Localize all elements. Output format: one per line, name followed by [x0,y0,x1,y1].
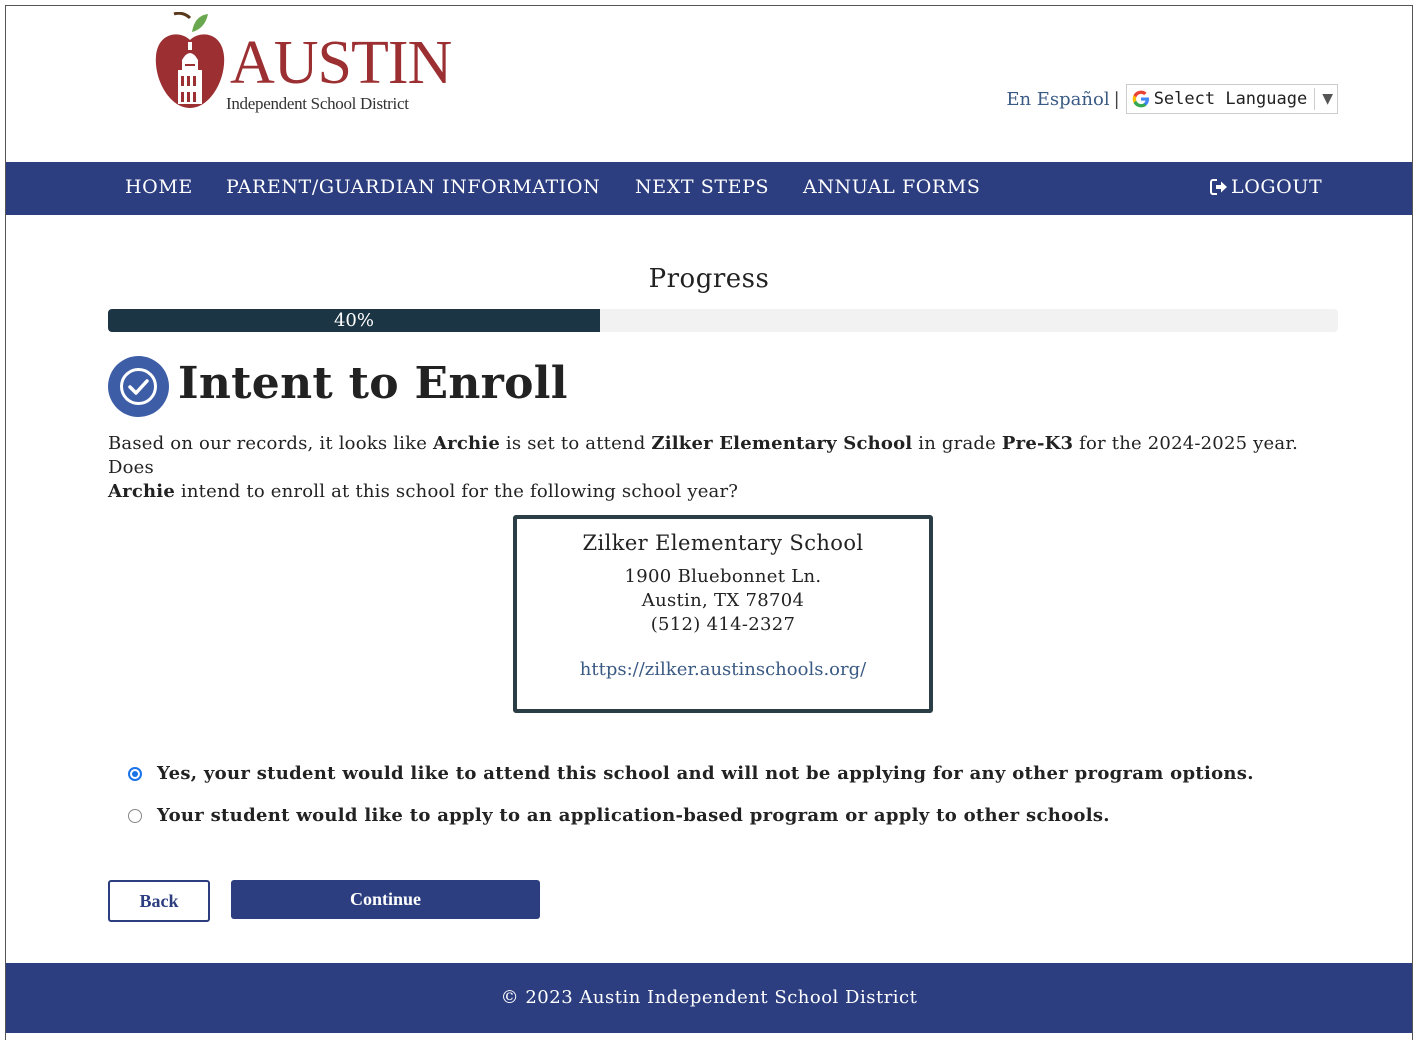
espanol-link[interactable]: En Español [1006,89,1109,110]
back-button[interactable]: Back [108,880,210,922]
logout-icon [1210,179,1227,195]
google-icon [1132,90,1149,108]
option-label: Yes, your student would like to attend t… [157,763,1254,784]
nav-annual-forms[interactable]: ANNUAL FORMS [803,176,981,198]
progress-fill: 40% [108,309,600,332]
intro-text: Based on our records, it looks like Arch… [108,433,1299,502]
main-nav: HOME PARENT/GUARDIAN INFORMATION NEXT ST… [6,162,1412,215]
logout-label: LOGOUT [1231,176,1323,198]
page-title: Intent to Enroll [178,358,568,409]
school-phone: (512) 414-2327 [650,614,796,635]
school-city: Austin, TX 78704 [641,590,805,611]
school-street: 1900 Bluebonnet Ln. [624,566,822,587]
continue-button[interactable]: Continue [231,880,540,919]
student-name: Archie [108,481,175,502]
language-bar: En Español | Select Language ▼ [1006,84,1338,114]
site-footer: © 2023 Austin Independent School Distric… [6,963,1412,1033]
nav-next-steps[interactable]: NEXT STEPS [635,176,769,198]
dropdown-arrow-icon: ▼ [1322,91,1333,107]
school-name-inline: Zilker Elementary School [651,433,913,454]
nav-parent-guardian-information[interactable]: PARENT/GUARDIAN INFORMATION [226,176,600,198]
school-card: Zilker Elementary School 1900 Bluebonnet… [513,515,933,713]
school-website-link[interactable]: https://zilker.austinschools.org/ [580,659,866,680]
language-select[interactable]: Select Language ▼ [1125,84,1338,114]
radio-attend-school[interactable] [128,766,142,781]
language-select-label: Select Language [1153,89,1308,109]
student-name: Archie [433,433,500,454]
option-attend-school[interactable]: Yes, your student would like to attend t… [128,763,1254,784]
page-frame: AUSTIN Independent School District En Es… [5,5,1413,1040]
logo-wordmark: AUSTIN [230,29,452,97]
language-select-divider [1314,88,1316,110]
apple-logo-icon [155,12,225,108]
grade-inline: Pre-K3 [1001,433,1074,454]
logo-subtitle: Independent School District [226,94,409,113]
option-apply-other[interactable]: Your student would like to apply to an a… [128,805,1110,826]
aisd-logo[interactable]: AUSTIN Independent School District [152,10,452,114]
language-separator: | [1113,88,1120,110]
logout-link[interactable]: LOGOUT [1210,176,1322,198]
radio-apply-other[interactable] [128,808,142,823]
progress-title: Progress [648,264,770,294]
progress-bar: 40% [108,309,1338,332]
option-label: Your student would like to apply to an a… [157,805,1110,826]
check-badge-icon [108,356,169,417]
nav-home[interactable]: HOME [125,176,193,198]
school-name: Zilker Elementary School [582,531,864,555]
site-header: AUSTIN Independent School District En Es… [6,6,1412,162]
